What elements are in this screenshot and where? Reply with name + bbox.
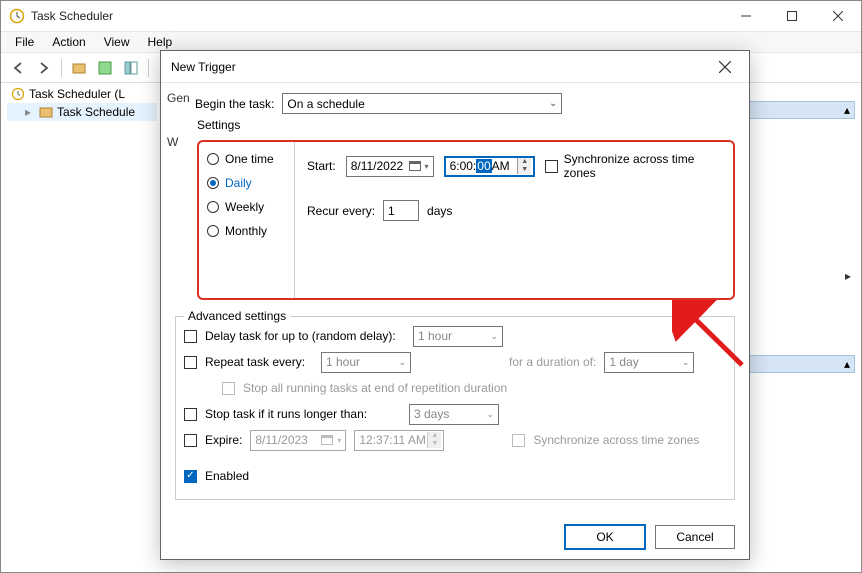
start-label: Start: — [307, 159, 336, 173]
sync-tz-label: Synchronize across time zones — [564, 152, 721, 180]
recur-value: 1 — [388, 204, 395, 218]
forward-button[interactable] — [33, 57, 55, 79]
begin-task-value: On a schedule — [287, 97, 364, 111]
chevron-down-icon: ⌄ — [398, 357, 406, 368]
duration-label: for a duration of: — [509, 355, 596, 369]
expand-icon[interactable]: ▸ — [25, 105, 35, 119]
delay-combo[interactable]: 1 hour ⌄ — [413, 326, 503, 347]
back-button[interactable] — [7, 57, 29, 79]
recur-value-field[interactable]: 1 — [383, 200, 419, 221]
stop-longer-combo[interactable]: 3 days ⌄ — [409, 404, 499, 425]
tree-root-label: Task Scheduler (L — [29, 87, 125, 101]
stop-longer-checkbox[interactable] — [184, 408, 197, 421]
sync-tz2-label: Synchronize across time zones — [533, 433, 699, 447]
window-title: Task Scheduler — [31, 9, 113, 23]
toolbar-icon-3[interactable] — [120, 57, 142, 79]
frequency-column: One time Daily Weekly Monthly — [199, 142, 295, 298]
tree-root[interactable]: Task Scheduler (L — [7, 85, 157, 103]
expire-date-value: 8/11/2023 — [255, 433, 308, 447]
chevron-down-icon: ⌄ — [490, 331, 498, 342]
menu-action[interactable]: Action — [44, 33, 93, 51]
toolbar-icon-2[interactable] — [94, 57, 116, 79]
stop-longer-label: Stop task if it runs longer than: — [205, 407, 401, 421]
begin-task-select[interactable]: On a schedule ⌄ — [282, 93, 562, 114]
main-titlebar: Task Scheduler — [1, 1, 861, 31]
maximize-button[interactable] — [769, 1, 815, 31]
start-time-suffix: AM — [492, 159, 510, 173]
stop-all-checkbox — [222, 382, 235, 395]
sync-tz2-checkbox — [512, 434, 525, 447]
ok-button[interactable]: OK — [565, 525, 645, 549]
collapse-icon: ▴ — [844, 103, 850, 117]
minimize-button[interactable] — [723, 1, 769, 31]
menu-help[interactable]: Help — [140, 33, 181, 51]
radio-daily[interactable]: Daily — [207, 176, 286, 190]
time-spinner: ▲▼ — [427, 432, 441, 448]
settings-highlight-box: One time Daily Weekly Monthly Start: 8/1… — [197, 140, 735, 300]
calendar-icon — [321, 434, 333, 446]
advanced-fieldset: Advanced settings Delay task for up to (… — [175, 316, 735, 500]
radio-monthly[interactable]: Monthly — [207, 224, 286, 238]
sync-tz-checkbox[interactable] — [545, 160, 557, 173]
recur-label: Recur every: — [307, 204, 375, 218]
repeat-combo[interactable]: 1 hour ⌄ — [321, 352, 411, 373]
time-spinner[interactable]: ▲▼ — [517, 158, 531, 174]
expire-label: Expire: — [205, 433, 242, 447]
chevron-down-icon: ⌄ — [682, 357, 690, 368]
advanced-legend: Advanced settings — [184, 309, 290, 323]
dialog-footer: OK Cancel — [565, 525, 735, 549]
start-date-field[interactable]: 8/11/2022 ▾ — [346, 156, 434, 177]
behind-tab-gen: Gen — [167, 91, 190, 105]
collapse-icon: ▴ — [844, 357, 850, 371]
recur-unit: days — [427, 204, 452, 218]
begin-task-label: Begin the task: — [195, 97, 274, 111]
repeat-checkbox[interactable] — [184, 356, 197, 369]
chevron-down-icon: ⌄ — [486, 409, 494, 420]
delay-value: 1 hour — [418, 329, 452, 343]
chevron-down-icon: ▾ — [425, 162, 429, 171]
expire-checkbox[interactable] — [184, 434, 197, 447]
repeat-value: 1 hour — [326, 355, 360, 369]
app-icon — [9, 8, 25, 24]
dialog-title: New Trigger — [171, 60, 236, 74]
chevron-down-icon: ⌄ — [549, 98, 557, 109]
expire-time-value: 12:37:11 AM — [359, 433, 426, 447]
toolbar-separator — [61, 59, 62, 77]
toolbar-separator — [148, 59, 149, 77]
dialog-titlebar: New Trigger — [161, 51, 749, 83]
delay-label: Delay task for up to (random delay): — [205, 329, 405, 343]
tree-child-label: Task Schedule — [57, 105, 135, 119]
duration-value: 1 day — [609, 355, 638, 369]
radio-weekly[interactable]: Weekly — [207, 200, 286, 214]
menu-view[interactable]: View — [96, 33, 138, 51]
start-time-field[interactable]: 6:00:00 AM ▲▼ — [444, 156, 536, 177]
calendar-icon — [409, 160, 421, 172]
start-time-prefix: 6:00: — [450, 159, 477, 173]
delay-checkbox[interactable] — [184, 330, 197, 343]
scroll-arrow-icon: ▸ — [745, 269, 855, 283]
repeat-label: Repeat task every: — [205, 355, 313, 369]
radio-one-time[interactable]: One time — [207, 152, 286, 166]
enabled-label: Enabled — [205, 469, 249, 483]
start-date-value: 8/11/2022 — [351, 159, 404, 173]
cancel-button[interactable]: Cancel — [655, 525, 735, 549]
expire-date-field: 8/11/2023 ▾ — [250, 430, 346, 451]
settings-fieldset: Settings One time Daily Weekly Monthly S… — [175, 120, 735, 304]
toolbar-icon-1[interactable] — [68, 57, 90, 79]
duration-combo[interactable]: 1 day ⌄ — [604, 352, 694, 373]
right-panel-strip: ▴ ▸ ▴ — [745, 101, 855, 566]
dialog-close-button[interactable] — [711, 53, 739, 81]
close-button[interactable] — [815, 1, 861, 31]
enabled-checkbox[interactable] — [184, 470, 197, 483]
stop-longer-value: 3 days — [414, 407, 449, 421]
new-trigger-dialog: New Trigger Gen W Begin the task: On a s… — [160, 50, 750, 560]
expire-time-field: 12:37:11 AM ▲▼ — [354, 430, 444, 451]
menu-file[interactable]: File — [7, 33, 42, 51]
chevron-down-icon: ▾ — [337, 436, 341, 445]
start-time-selected-segment: 00 — [476, 159, 491, 173]
tree-child[interactable]: ▸ Task Schedule — [7, 103, 157, 121]
settings-legend: Settings — [197, 118, 240, 132]
tree-view[interactable]: Task Scheduler (L ▸ Task Schedule — [7, 85, 157, 121]
stop-all-label: Stop all running tasks at end of repetit… — [243, 381, 507, 395]
